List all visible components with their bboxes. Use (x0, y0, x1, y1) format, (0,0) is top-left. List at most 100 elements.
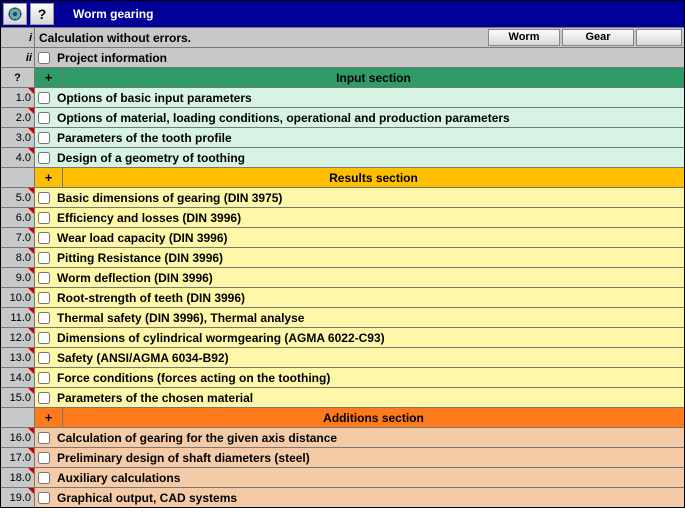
project-row: ii Project information (1, 47, 684, 67)
row-checkbox[interactable] (38, 132, 50, 144)
row-label[interactable]: Calculation of gearing for the given axi… (53, 428, 684, 447)
app-icon[interactable] (3, 3, 27, 25)
help-cell[interactable]: ? (1, 68, 35, 87)
row-checkbox[interactable] (38, 192, 50, 204)
row-number: 17.0 (1, 448, 35, 467)
row-checkbox[interactable] (38, 212, 50, 224)
app-title: Worm gearing (73, 7, 153, 21)
row-number: 3.0 (1, 128, 35, 147)
row-number: 10.0 (1, 288, 35, 307)
list-item[interactable]: 13.0Safety (ANSI/AGMA 6034-B92) (1, 347, 684, 367)
list-item[interactable]: 9.0 Worm deflection (DIN 3996) (1, 267, 684, 287)
row-number: 18.0 (1, 468, 35, 487)
row-number: 15.0 (1, 388, 35, 407)
list-item[interactable]: 15.0 Parameters of the chosen material (1, 387, 684, 407)
expand-toggle[interactable]: + (35, 168, 63, 187)
section-title: Input section (63, 68, 684, 87)
row-checkbox[interactable] (38, 152, 50, 164)
gear-button[interactable]: Gear (562, 29, 634, 46)
row-checkbox[interactable] (38, 312, 50, 324)
list-item[interactable]: 12.0 Dimensions of cylindrical wormgearin… (1, 327, 684, 347)
checkbox-cell (35, 488, 53, 507)
empty-button[interactable] (636, 29, 682, 46)
list-item[interactable]: 14.0Force conditions (forces acting on t… (1, 367, 684, 387)
row-checkbox[interactable] (38, 492, 50, 504)
row-label[interactable]: Pitting Resistance (DIN 3996) (53, 248, 684, 267)
row-label[interactable]: Root-strength of teeth (DIN 3996) (53, 288, 684, 307)
row-label[interactable]: Wear load capacity (DIN 3996) (53, 228, 684, 247)
checkbox-cell (35, 448, 53, 467)
project-label[interactable]: Project information (53, 48, 684, 67)
row-label[interactable]: Efficiency and losses (DIN 3996) (53, 208, 684, 227)
row-checkbox[interactable] (38, 452, 50, 464)
list-item[interactable]: 2.0Options of material, loading conditio… (1, 107, 684, 127)
list-item[interactable]: 6.0 Efficiency and losses (DIN 3996) (1, 207, 684, 227)
list-item[interactable]: 7.0Wear load capacity (DIN 3996) (1, 227, 684, 247)
expand-toggle[interactable]: + (35, 408, 63, 427)
row-number: 19.0 (1, 488, 35, 507)
list-item[interactable]: 17.0 Preliminary design of shaft diameter… (1, 447, 684, 467)
list-item[interactable]: 18.0 Auxiliary calculations (1, 467, 684, 487)
row-label[interactable]: Preliminary design of shaft diameters (s… (53, 448, 684, 467)
list-item[interactable]: 8.0 Pitting Resistance (DIN 3996) (1, 247, 684, 267)
row-checkbox[interactable] (38, 432, 50, 444)
list-item[interactable]: 16.0Calculation of gearing for the given… (1, 427, 684, 447)
row-checkbox[interactable] (38, 232, 50, 244)
checkbox-cell (35, 228, 53, 247)
header-buttons: Worm Gear (486, 28, 684, 47)
row-checkbox[interactable] (38, 332, 50, 344)
worm-button[interactable]: Worm (488, 29, 560, 46)
grey-cell (1, 408, 35, 427)
list-item[interactable]: 11.0 Thermal safety (DIN 3996), Thermal a… (1, 307, 684, 327)
list-item[interactable]: 10.0 Root-strength of teeth (DIN 3996) (1, 287, 684, 307)
list-item[interactable]: 1.0Options of basic input parameters (1, 87, 684, 107)
additions-section-header: + Additions section (1, 407, 684, 427)
row-label[interactable]: Options of material, loading conditions,… (53, 108, 684, 127)
row-number: 11.0 (1, 308, 35, 327)
row-label[interactable]: Worm deflection (DIN 3996) (53, 268, 684, 287)
row-label[interactable]: Thermal safety (DIN 3996), Thermal analy… (53, 308, 684, 327)
row-label[interactable]: Basic dimensions of gearing (DIN 3975) (53, 188, 684, 207)
list-item[interactable]: 19.0 Graphical output, CAD systems (1, 487, 684, 507)
row-checkbox[interactable] (38, 472, 50, 484)
row-checkbox[interactable] (38, 352, 50, 364)
row-label[interactable]: Force conditions (forces acting on the t… (53, 368, 684, 387)
list-item[interactable]: 3.0 Parameters of the tooth profile (1, 127, 684, 147)
results-section-header: + Results section (1, 167, 684, 187)
section-title: Additions section (63, 408, 684, 427)
row-label[interactable]: Auxiliary calculations (53, 468, 684, 487)
row-label[interactable]: Parameters of the chosen material (53, 388, 684, 407)
checkbox-cell (35, 328, 53, 347)
checkbox-cell (35, 288, 53, 307)
row-number: 9.0 (1, 268, 35, 287)
checkbox-cell (35, 128, 53, 147)
checkbox-cell (35, 468, 53, 487)
row-checkbox[interactable] (38, 252, 50, 264)
checkbox-cell (35, 208, 53, 227)
row-checkbox[interactable] (38, 292, 50, 304)
row-label[interactable]: Parameters of the tooth profile (53, 128, 684, 147)
project-checkbox-cell (35, 48, 53, 67)
status-row: i Calculation without errors. Worm Gear (1, 27, 684, 47)
checkbox-cell (35, 148, 53, 167)
row-checkbox[interactable] (38, 372, 50, 384)
row-checkbox[interactable] (38, 392, 50, 404)
row-number: 6.0 (1, 208, 35, 227)
list-item[interactable]: 4.0Design of a geometry of toothing (1, 147, 684, 167)
row-label[interactable]: Options of basic input parameters (53, 88, 684, 107)
row-checkbox[interactable] (38, 92, 50, 104)
row-label[interactable]: Graphical output, CAD systems (53, 488, 684, 507)
row-number: 12.0 (1, 328, 35, 347)
list-item[interactable]: 5.0 Basic dimensions of gearing (DIN 3975… (1, 187, 684, 207)
checkbox-cell (35, 428, 53, 447)
row-checkbox[interactable] (38, 112, 50, 124)
row-label[interactable]: Safety (ANSI/AGMA 6034-B92) (53, 348, 684, 367)
project-checkbox[interactable] (38, 52, 50, 64)
row-number: 5.0 (1, 188, 35, 207)
help-button[interactable]: ? (30, 3, 54, 25)
row-checkbox[interactable] (38, 272, 50, 284)
row-label[interactable]: Design of a geometry of toothing (53, 148, 684, 167)
expand-toggle[interactable]: + (35, 68, 63, 87)
row-label[interactable]: Dimensions of cylindrical wormgearing (A… (53, 328, 684, 347)
row-number: 8.0 (1, 248, 35, 267)
